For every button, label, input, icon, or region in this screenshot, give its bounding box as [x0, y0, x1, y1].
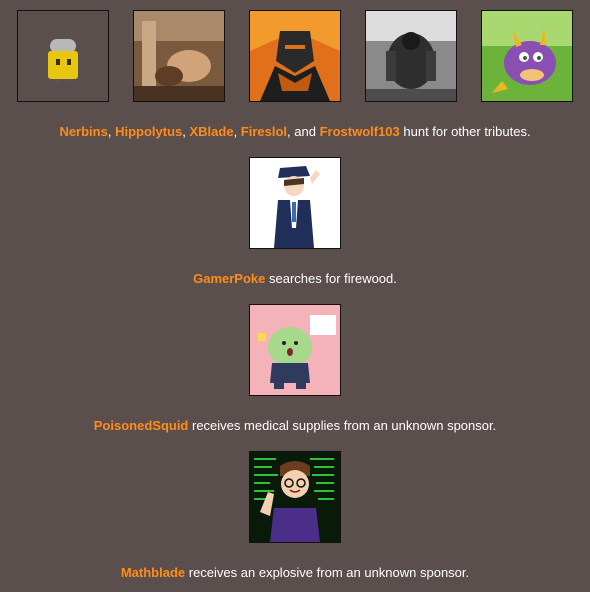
- avatar-frostwolf103: [481, 10, 573, 102]
- avatar-fireslol: [365, 10, 457, 102]
- painting-scene-image: [134, 11, 224, 101]
- separator: ,: [107, 124, 116, 139]
- tribute-name[interactable]: GamerPoke: [193, 271, 265, 286]
- tribute-name[interactable]: Mathblade: [121, 565, 185, 580]
- event-action: receives an explosive from an unknown sp…: [185, 565, 470, 580]
- event-action: hunt for other tributes.: [399, 124, 531, 139]
- green-blob-character-image: [250, 305, 340, 395]
- avatar-xblade: [249, 10, 341, 102]
- tribute-name[interactable]: XBlade: [189, 124, 233, 139]
- event-line-firewood: GamerPoke searches for firewood.: [0, 271, 590, 287]
- avatar-hippolytus: [133, 10, 225, 102]
- suited-character-image: [250, 158, 340, 248]
- avatar-poisonedsquid: [249, 304, 341, 396]
- avatar-nerbins: [17, 10, 109, 102]
- tribute-name[interactable]: Fireslol: [241, 124, 287, 139]
- tribute-name[interactable]: Nerbins: [59, 124, 107, 139]
- tribute-name[interactable]: PoisonedSquid: [94, 418, 189, 433]
- tribute-name[interactable]: Frostwolf103: [320, 124, 400, 139]
- separator: , and: [287, 124, 320, 139]
- coder-character-image: [250, 452, 340, 542]
- event-line-medical: PoisonedSquid receives medical supplies …: [0, 418, 590, 434]
- event-line-hunt: Nerbins, Hippolytus, XBlade, Fireslol, a…: [0, 124, 590, 140]
- event-action: searches for firewood.: [265, 271, 397, 286]
- armored-knight-image: [250, 11, 340, 101]
- dark-warrior-image: [366, 11, 456, 101]
- avatar-gamerpoke: [249, 157, 341, 249]
- tribute-name[interactable]: Hippolytus: [115, 124, 182, 139]
- event-line-explosive: Mathblade receives an explosive from an …: [0, 565, 590, 581]
- purple-dragon-image: [482, 11, 572, 101]
- avatar-mathblade: [249, 451, 341, 543]
- separator: ,: [233, 124, 241, 139]
- bullet-robot-icon: [48, 39, 78, 83]
- event-action: receives medical supplies from an unknow…: [188, 418, 497, 433]
